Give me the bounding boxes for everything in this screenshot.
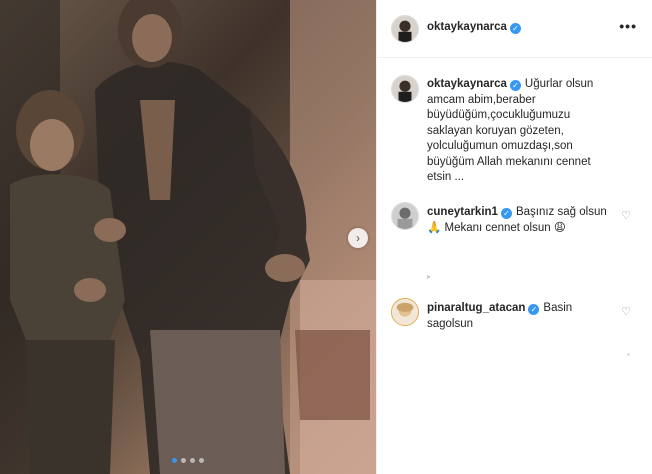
commenter-avatar-image [392, 203, 418, 229]
caption-body: Uğurlar olsun amcam abim,beraber büyüdüğ… [427, 78, 594, 183]
post-header: oktaykaynarca ✓ ••• [377, 0, 652, 58]
caption-avatar-image [392, 76, 418, 102]
author-username[interactable]: oktaykaynarca ✓ [427, 21, 521, 34]
like-comment-heart-icon[interactable]: ♡ [621, 305, 631, 318]
carousel-dots [0, 458, 376, 463]
post-photo-illustration [0, 0, 376, 474]
post-photo[interactable]: › [0, 0, 376, 474]
carousel-dot [199, 458, 204, 463]
comment-username-text[interactable]: pinaraltug_atacan [427, 302, 525, 314]
carousel-dot [172, 458, 177, 463]
author-username-text[interactable]: oktaykaynarca [427, 21, 507, 33]
caption-avatar[interactable] [391, 75, 419, 103]
commenter-avatar-image [392, 299, 418, 325]
verified-badge-icon: ✓ [509, 23, 521, 34]
post-side-panel: oktaykaynarca ✓ ••• oktaykaynarca ✓ Uğurlar… [376, 0, 652, 474]
commenter-avatar[interactable] [391, 298, 419, 326]
author-avatar-image [392, 16, 418, 42]
caption-username[interactable]: oktaykaynarca ✓ [427, 78, 521, 91]
comment-text: pinaraltug_atacan ✓ Basin sagolsun [427, 301, 617, 332]
like-comment-heart-icon[interactable]: ♡ [621, 209, 631, 222]
reply-indicator: ▸ [427, 272, 432, 281]
comment-text: cuneytarkin1 ✓ Başınız sağ olsun 🙏 Mekanı … [427, 205, 617, 236]
comment-username[interactable]: pinaraltug_atacan ✓ [427, 302, 540, 315]
caption-text: oktaykaynarca ✓ Uğurlar olsun amcam abim,b… [427, 77, 617, 186]
verified-badge-icon: ✓ [509, 80, 521, 91]
reply-indicator: ▪ [627, 350, 630, 359]
carousel-dot [181, 458, 186, 463]
carousel-dot [190, 458, 195, 463]
more-options-icon[interactable]: ••• [619, 18, 637, 34]
verified-badge-icon: ✓ [500, 208, 512, 219]
caption-username-text[interactable]: oktaykaynarca [427, 78, 507, 90]
verified-badge-icon: ✓ [528, 304, 540, 315]
next-image-button[interactable]: › [348, 228, 368, 248]
comment-username-text[interactable]: cuneytarkin1 [427, 206, 498, 218]
author-avatar[interactable] [391, 15, 419, 43]
comment-username[interactable]: cuneytarkin1 ✓ [427, 206, 512, 219]
commenter-avatar[interactable] [391, 202, 419, 230]
